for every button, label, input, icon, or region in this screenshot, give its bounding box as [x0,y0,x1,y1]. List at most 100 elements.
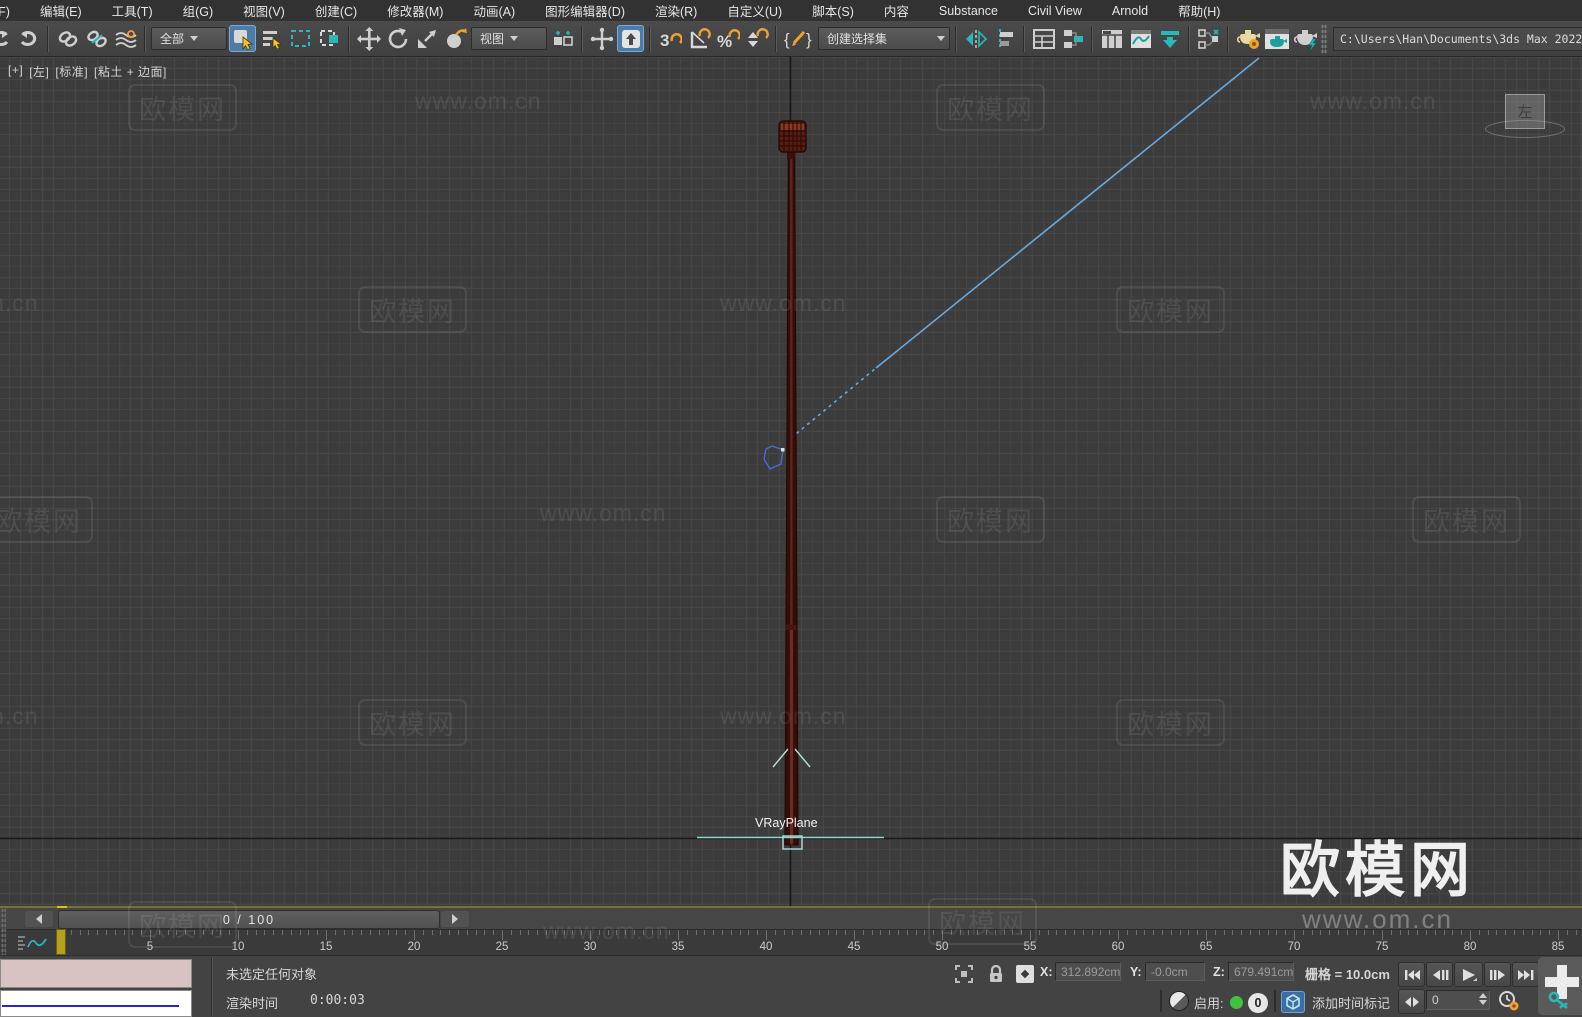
view-cube[interactable]: 左 [1485,94,1565,138]
use-center-icon [553,30,573,46]
edit-named-selection-sets-button[interactable]: {} [782,25,816,52]
menu-item-0[interactable]: 文件(F) [0,0,25,22]
menu-item-8[interactable]: 图形编辑器(D) [530,0,640,22]
percent-snap-toggle[interactable]: % [714,25,741,52]
menu-item-14[interactable]: Civil View [1013,2,1097,20]
unlink-button[interactable] [83,25,110,52]
menu-item-15[interactable]: Arnold [1097,2,1163,20]
mirror-button[interactable] [962,25,989,52]
frame-spinner[interactable] [1479,993,1487,1005]
ruler-minor-tick [739,930,741,935]
menu-item-2[interactable]: 工具(T) [97,0,168,22]
use-center-flyout-button[interactable] [549,25,576,52]
play-animation-button[interactable] [1454,962,1483,987]
spline-shape[interactable] [763,445,784,470]
ray-line [875,57,1260,369]
curve-editor-button[interactable] [1127,25,1154,52]
menu-item-5[interactable]: 创建(C) [300,0,372,22]
select-link-button[interactable] [54,25,81,52]
ruler-minor-tick [97,930,99,935]
redo-button[interactable] [15,25,42,52]
render-production-button[interactable] [1292,25,1319,52]
toggle-ribbon-button[interactable] [1098,25,1125,52]
menu-item-4[interactable]: 视图(V) [228,0,300,22]
adaptive-degradation-toggle[interactable] [1168,990,1190,1012]
time-tag-cube-button[interactable] [1281,991,1305,1013]
menu-item-3[interactable]: 组(G) [168,0,229,22]
select-and-place-button[interactable] [442,25,469,52]
separator [47,25,49,52]
angle-snap-toggle[interactable] [685,25,712,52]
toggle-layer-explorer-button[interactable] [1059,25,1086,52]
select-and-manipulate-button[interactable] [588,25,615,52]
rendered-frame-window-button[interactable] [1263,25,1290,52]
ruler-minor-tick [1162,930,1163,935]
viewport-left[interactable]: [+] [左] [标准] [粘土 + 边面] VRayPlane 左 [0,57,1582,906]
key-mode-toggle[interactable] [1398,989,1425,1014]
current-frame-field[interactable]: 0 [1426,990,1490,1010]
maxscript-mini-listener[interactable] [0,990,192,1017]
ruler-tick-label: 10 [231,941,245,953]
select-and-move-button[interactable] [355,25,382,52]
project-folder-dropdown[interactable]: C:\Users\Han\Documents\3ds Max 2022 [1333,26,1582,51]
reference-coordinate-dropdown[interactable]: 视图 [471,27,547,50]
menu-item-6[interactable]: 修改器(M) [372,0,458,22]
next-frame-arrow-button[interactable] [441,911,469,927]
menu-item-10[interactable]: 自定义(U) [712,0,797,22]
menu-item-1[interactable]: 编辑(E) [25,0,97,22]
timeline-ruler[interactable]: 0510152025303540455055606570758085 [55,930,1582,956]
spinner-snap-toggle[interactable] [743,25,770,52]
track-bar[interactable]: 0510152025303540455055606570758085 [0,929,1582,955]
select-object-button[interactable] [229,25,256,52]
add-time-tag[interactable]: 添加时间标记 [1312,993,1390,1012]
time-configuration-button[interactable] [1496,989,1521,1012]
undo-button[interactable] [0,25,13,52]
viewcube-face[interactable]: 左 [1505,94,1545,129]
selection-filter-dropdown[interactable]: 全部 [151,27,227,50]
toggle-scene-explorer-button[interactable] [1030,25,1057,52]
z-coord-field[interactable]: 679.491cm [1228,962,1294,981]
go-to-end-button[interactable] [1512,962,1539,987]
degradation-value-button[interactable]: 0 [1248,993,1268,1013]
named-selection-set-dropdown[interactable]: 创建选择集 [818,27,950,50]
align-button[interactable] [991,25,1018,52]
flagpole-object[interactable] [772,120,811,846]
ruler-minor-tick [484,930,486,935]
menu-item-7[interactable]: 动画(A) [458,0,530,22]
window-crossing-toggle[interactable] [316,25,343,52]
go-to-start-button[interactable] [1398,962,1425,987]
y-coord-field[interactable]: -0.0cm [1145,962,1205,981]
toolbar-grip[interactable] [1321,23,1327,54]
ruler-major-tick [502,930,503,940]
rectangular-selection-region-button[interactable] [287,25,314,52]
bind-spacewarp-button[interactable] [112,25,139,52]
select-by-name-button[interactable] [258,25,285,52]
isolate-selection-toggle[interactable] [953,963,975,985]
snap-toggle-3d-button[interactable]: 3 [656,25,683,52]
keyboard-override-toggle[interactable] [617,25,644,52]
x-coord-field[interactable]: 312.892cm [1055,962,1121,981]
menu-item-12[interactable]: 内容 [869,0,924,22]
select-and-rotate-button[interactable] [384,25,411,52]
time-slider-marker[interactable] [56,929,66,955]
select-and-scale-button[interactable] [413,25,440,52]
open-mini-curve-editor-button[interactable] [10,932,56,954]
selection-lock-toggle[interactable] [985,963,1007,985]
material-editor-button[interactable] [1195,25,1222,52]
next-frame-button[interactable] [1484,962,1511,987]
render-setup-button[interactable] [1234,25,1261,52]
menu-item-9[interactable]: 渲染(R) [640,0,712,22]
ruler-minor-tick [255,930,257,935]
time-slider-handle[interactable]: 0 / 100 [58,910,440,929]
menu-item-13[interactable]: Substance [924,2,1013,20]
spline-vertex[interactable] [781,448,785,452]
previous-frame-button[interactable] [1426,962,1453,987]
previous-frame-arrow-button[interactable] [25,911,53,927]
menu-item-11[interactable]: 脚本(S) [797,0,869,22]
set-keys-button[interactable] [1538,957,1582,1015]
menu-item-16[interactable]: 帮助(H) [1163,0,1235,22]
absolute-mode-transform-button[interactable] [1014,963,1036,985]
ruler-minor-tick [827,930,829,935]
schematic-view-button[interactable] [1156,25,1183,52]
maxscript-macro-recorder[interactable] [0,959,192,988]
